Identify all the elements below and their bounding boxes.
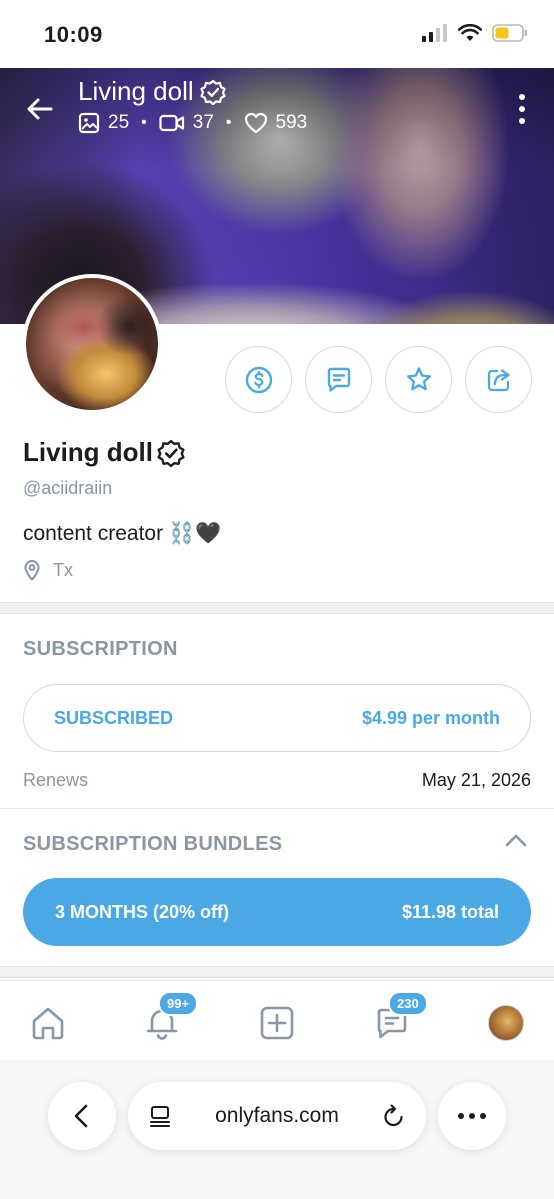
- favorite-button[interactable]: [385, 346, 452, 413]
- renews-label: Renews: [23, 770, 89, 790]
- verified-badge-icon: [157, 439, 185, 467]
- location-pin-icon: [24, 559, 40, 581]
- bottom-nav: 99+ 230: [0, 980, 554, 1060]
- messages-badge: 230: [388, 991, 428, 1016]
- more-dot: [519, 106, 525, 112]
- notifications-badge: 99+: [158, 991, 199, 1016]
- profile-name-text: Living doll: [23, 437, 153, 467]
- profile-actions: [225, 346, 532, 413]
- battery-icon: [492, 24, 527, 42]
- chevron-left-icon: [74, 1104, 88, 1128]
- arrow-left-icon: [27, 98, 53, 120]
- subscribed-label: SUBSCRIBED: [54, 707, 174, 728]
- video-icon: [159, 114, 184, 132]
- stat-photos[interactable]: 25: [78, 112, 129, 134]
- profile-location: Tx: [23, 559, 73, 581]
- tip-button[interactable]: [225, 346, 292, 413]
- section-divider: [0, 808, 554, 809]
- back-button[interactable]: [22, 92, 56, 126]
- bundle-button[interactable]: 3 MONTHS (20% off) $11.98 total: [23, 878, 531, 946]
- subscription-price: $4.99 per month: [361, 707, 500, 728]
- home-icon: [32, 1007, 64, 1040]
- address-bar[interactable]: onlyfans.com: [128, 1082, 426, 1150]
- message-button[interactable]: [305, 346, 372, 413]
- cover-name: Living doll: [78, 76, 194, 106]
- reload-icon[interactable]: [382, 1103, 406, 1129]
- image-icon: [78, 112, 100, 134]
- profile-location-text: Tx: [53, 559, 73, 580]
- nav-avatar: [488, 1005, 524, 1041]
- cover-stats: 25 • 37 • 593: [78, 112, 307, 134]
- verified-badge-icon: [200, 79, 226, 105]
- bundles-collapse-toggle[interactable]: [504, 832, 528, 853]
- browser-more-button[interactable]: [438, 1082, 506, 1150]
- nav-messages[interactable]: 230: [370, 991, 428, 1045]
- section-divider: [0, 602, 554, 614]
- status-time: 10:09: [44, 22, 103, 47]
- cover-title: Living doll: [78, 76, 226, 107]
- stat-videos-count: 37: [192, 112, 214, 133]
- stat-separator: •: [141, 114, 147, 131]
- message-icon: [327, 367, 350, 392]
- bundles-title: SUBSCRIPTION BUNDLES: [23, 833, 283, 855]
- chevron-up-icon: [505, 834, 527, 847]
- share-button[interactable]: [465, 346, 532, 413]
- wifi-icon: [458, 24, 482, 41]
- dollar-icon: [245, 366, 272, 393]
- section-divider: [0, 966, 554, 978]
- share-icon: [487, 368, 510, 391]
- more-dot: [519, 118, 525, 124]
- nav-add-post[interactable]: [255, 1001, 299, 1045]
- renews-date: May 21, 2026: [421, 770, 531, 790]
- ellipsis-icon: [458, 1113, 486, 1119]
- add-square-icon: [260, 1006, 294, 1040]
- subscribed-button[interactable]: SUBSCRIBED $4.99 per month: [23, 684, 531, 752]
- profile-name: Living doll: [23, 437, 185, 468]
- status-bar: 10:09: [0, 0, 554, 68]
- stat-photos-count: 25: [108, 112, 130, 133]
- nav-home[interactable]: [26, 1001, 70, 1045]
- bundle-label: 3 MONTHS (20% off): [55, 901, 230, 922]
- stat-separator: •: [225, 114, 232, 131]
- signal-icon: [422, 24, 447, 42]
- page-menu-icon[interactable]: [148, 1104, 172, 1128]
- bundle-price: $11.98 total: [401, 901, 499, 922]
- status-icons: [422, 24, 528, 42]
- more-options-button[interactable]: [512, 94, 532, 124]
- subscription-title: SUBSCRIPTION: [23, 638, 178, 660]
- more-dot: [519, 94, 525, 100]
- heart-icon: [244, 112, 267, 134]
- cover-header: Living doll 25 • 37 • 593: [0, 68, 554, 168]
- stat-videos[interactable]: 37: [159, 112, 214, 134]
- nav-profile[interactable]: [484, 1001, 528, 1045]
- profile-bio: content creator ⛓️🖤: [23, 522, 222, 545]
- browser-back-button[interactable]: [48, 1082, 116, 1150]
- star-icon: [406, 366, 431, 390]
- profile-handle: @aciidraiin: [23, 478, 113, 498]
- nav-notifications[interactable]: 99+: [140, 991, 199, 1045]
- profile-avatar[interactable]: [22, 274, 162, 414]
- stat-likes-count: 593: [275, 112, 308, 133]
- stat-likes: 593: [244, 112, 308, 134]
- url-text: onlyfans.com: [215, 1104, 339, 1127]
- browser-toolbar: onlyfans.com: [0, 1060, 554, 1199]
